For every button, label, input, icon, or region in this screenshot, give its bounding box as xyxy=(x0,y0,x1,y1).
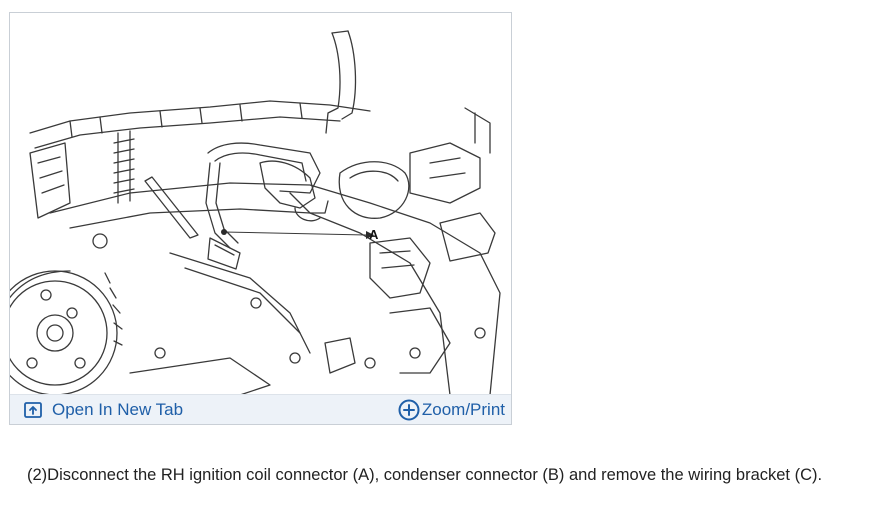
callout-label-a: A xyxy=(369,227,379,242)
open-new-tab-link[interactable]: Open In New Tab xyxy=(24,395,183,425)
open-new-tab-label: Open In New Tab xyxy=(52,400,184,419)
figure-toolbar: Open In New Tab Zoom/Print xyxy=(10,394,511,424)
zoom-plus-circle-icon xyxy=(398,399,420,421)
figure-card: A Open In New Tab Zoom/Print xyxy=(9,12,512,425)
zoom-print-link[interactable]: Zoom/Print xyxy=(398,395,505,425)
zoom-print-label: Zoom/Print xyxy=(421,400,505,419)
engine-line-drawing: A xyxy=(10,30,501,395)
engine-diagram[interactable]: A xyxy=(10,13,511,395)
instruction-step-text: (2)Disconnect the RH ignition coil conne… xyxy=(27,466,823,484)
open-new-tab-icon xyxy=(24,402,42,418)
